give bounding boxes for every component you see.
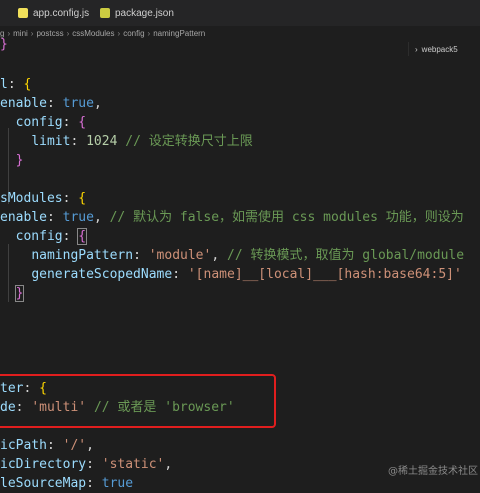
breadcrumb-item[interactable]: mini	[13, 29, 28, 38]
code-line: limit: 1024 // 设定转换尺寸上限	[31, 134, 253, 149]
code-line: enable: true, // 默认为 false，如需使用 css modu…	[0, 210, 464, 225]
tab-app-config[interactable]: app.config.js	[18, 0, 89, 26]
code-line: config: {	[15, 115, 87, 130]
json-file-icon	[100, 8, 110, 18]
code-line: icDirectory: 'static',	[0, 457, 173, 472]
chevron-right-icon: ›	[147, 29, 151, 38]
chevron-right-icon: ›	[66, 29, 70, 38]
code-line: sModules: {	[0, 191, 87, 206]
breadcrumb-item[interactable]: cssModules	[72, 29, 114, 38]
chevron-right-icon: ›	[117, 29, 121, 38]
code-line: }	[14, 285, 25, 302]
editor-tab-bar: app.config.js package.json	[0, 0, 480, 26]
chevron-right-icon: ›	[7, 29, 11, 38]
breadcrumb-item[interactable]: config	[123, 29, 144, 38]
javascript-file-icon	[18, 8, 28, 18]
code-line: config: {	[15, 228, 88, 245]
code-line: generateScopedName: '[name]__[local]___[…	[31, 267, 462, 282]
tab-label: app.config.js	[33, 7, 90, 19]
chevron-right-icon: ›	[30, 29, 34, 38]
tab-package-json[interactable]: package.json	[100, 0, 174, 26]
code-line: namingPattern: 'module', // 转换模式，取值为 glo…	[31, 248, 465, 263]
code-line: enable: true,	[0, 96, 102, 111]
code-line: l: {	[0, 77, 32, 92]
code-line: icPath: '/',	[0, 438, 94, 453]
code-line: }	[0, 37, 8, 52]
watermark: @稀土掘金技术社区	[388, 466, 478, 477]
breadcrumb-item[interactable]: namingPattern	[153, 29, 205, 38]
annotation-highlight-box	[0, 374, 276, 428]
code-line: }	[15, 153, 24, 168]
breadcrumb: g › mini › postcss › cssModules › config…	[0, 27, 480, 40]
tab-label: package.json	[115, 7, 174, 19]
breadcrumb-item[interactable]: postcss	[36, 29, 63, 38]
code-line: leSourceMap: true	[0, 476, 134, 491]
